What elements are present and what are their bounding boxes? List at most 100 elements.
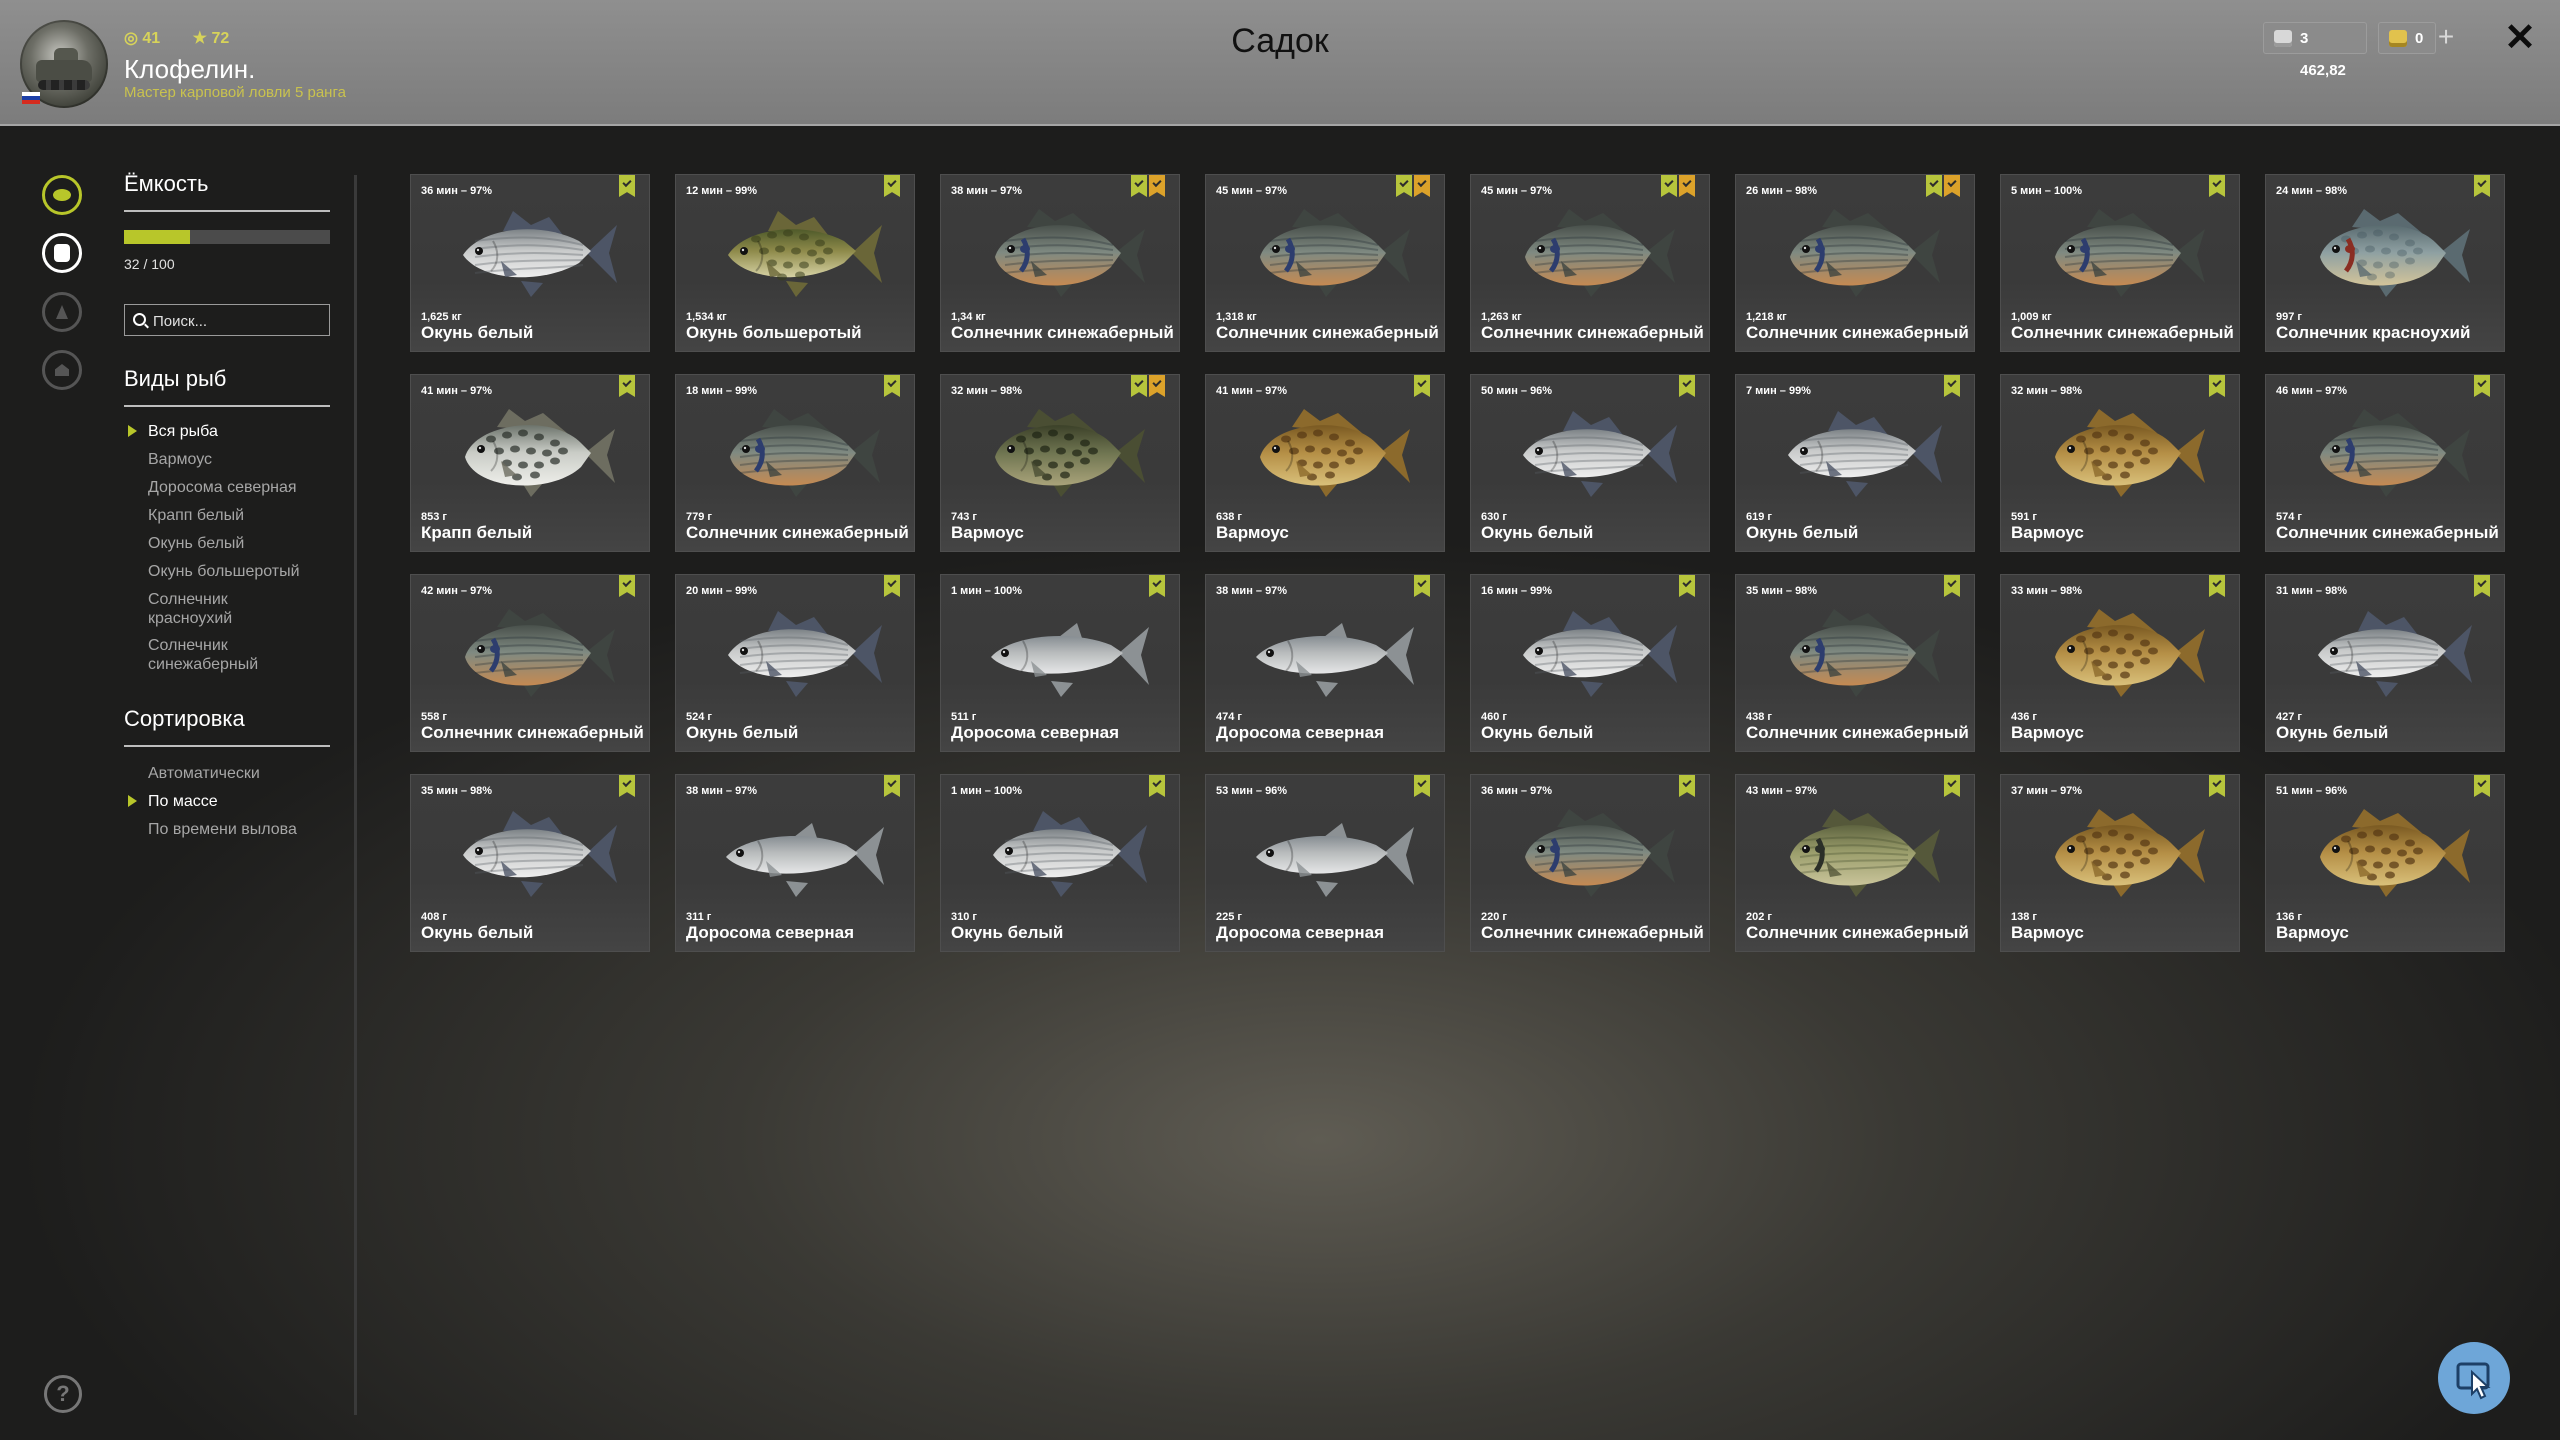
catch-time: 18 мин – 99% xyxy=(686,385,758,397)
sort-item[interactable]: По времени вылова xyxy=(148,820,348,839)
species-item[interactable]: Вармоус xyxy=(148,450,348,469)
fish-card[interactable]: 12 мин – 99% 1,534 кг Окунь большеротый xyxy=(675,174,915,352)
fish-image xyxy=(465,609,615,697)
fish-icon[interactable] xyxy=(42,175,82,215)
fish-name: Солнечник синежаберный xyxy=(2011,323,2234,342)
fish-card[interactable]: 1 мин – 100% 511 г Доросома северная xyxy=(940,574,1180,752)
fish-image xyxy=(1256,623,1414,697)
catch-time: 20 мин – 99% xyxy=(686,585,758,597)
fish-card[interactable]: 36 мин – 97% 1,625 кг Окунь белый xyxy=(410,174,650,352)
fish-card[interactable]: 38 мин – 97% 311 г Доросома северная xyxy=(675,774,915,952)
check-bookmark-icon xyxy=(1944,375,1960,397)
fish-card[interactable]: 37 мин – 97% 138 г Вармоус xyxy=(2000,774,2240,952)
fish-name: Солнечник синежаберный xyxy=(1746,923,1969,942)
fish-card[interactable]: 24 мин – 98% 997 г Солнечник красноухий xyxy=(2265,174,2505,352)
catch-time: 5 мин – 100% xyxy=(2011,185,2083,197)
fish-card[interactable]: 45 мин – 97% 1,263 кг Солнечник синежабер… xyxy=(1470,174,1710,352)
fish-card[interactable]: 1 мин – 100% 310 г Окунь белый xyxy=(940,774,1180,952)
species-item[interactable]: Солнечник красноухий xyxy=(148,590,268,628)
cursor-mode-button[interactable] xyxy=(2438,1342,2510,1414)
capacity-divider xyxy=(124,210,330,212)
fish-card[interactable]: 38 мин – 97% 1,34 кг Солнечник синежаберн… xyxy=(940,174,1180,352)
card-flags xyxy=(2209,375,2225,397)
card-flags xyxy=(884,775,900,797)
catch-time: 38 мин – 97% xyxy=(951,185,1023,197)
search-input[interactable] xyxy=(151,305,325,337)
species-item[interactable]: Окунь белый xyxy=(148,534,348,553)
fish-card[interactable]: 26 мин – 98% 1,218 кг Солнечник синежабер… xyxy=(1735,174,1975,352)
keepnet-icon[interactable] xyxy=(42,233,82,273)
catch-time: 7 мин – 99% xyxy=(1746,385,1811,397)
fish-card[interactable]: 7 мин – 99% 619 г Окунь белый xyxy=(1735,374,1975,552)
catch-time: 36 мин – 97% xyxy=(1481,785,1553,797)
sort-item[interactable]: Автоматически xyxy=(148,764,348,783)
fish-card[interactable]: 38 мин – 97% 474 г Доросома северная xyxy=(1205,574,1445,752)
fish-weight: 638 г xyxy=(1216,511,1242,523)
capacity-bar-fill xyxy=(124,230,190,244)
fish-image xyxy=(1790,809,1940,897)
panel-divider xyxy=(354,175,357,1415)
fish-card[interactable]: 16 мин – 99% 460 г Окунь белый xyxy=(1470,574,1710,752)
fish-card[interactable]: 43 мин – 97% 202 г Солнечник синежаберный xyxy=(1735,774,1975,952)
fish-card[interactable]: 46 мин – 97% 574 г Солнечник синежаберный xyxy=(2265,374,2505,552)
help-icon[interactable]: ? xyxy=(44,1375,82,1413)
fish-card[interactable]: 31 мин – 98% 427 г Окунь белый xyxy=(2265,574,2505,752)
fish-name: Солнечник синежаберный xyxy=(1481,323,1704,342)
fish-weight: 853 г xyxy=(421,511,447,523)
card-flags xyxy=(1149,775,1165,797)
check-bookmark-icon xyxy=(619,775,635,797)
fire-icon[interactable] xyxy=(42,292,82,332)
add-currency-button[interactable]: + xyxy=(2434,22,2458,54)
fish-card[interactable]: 32 мин – 98% 591 г Вармоус xyxy=(2000,374,2240,552)
fish-card[interactable]: 35 мин – 98% 408 г Окунь белый xyxy=(410,774,650,952)
fish-weight: 220 г xyxy=(1481,911,1507,923)
species-item[interactable]: Солнечник синежаберный xyxy=(148,636,268,674)
check-bookmark-icon xyxy=(1414,775,1430,797)
capacity-text: 32 / 100 xyxy=(124,256,175,272)
catch-time: 12 мин – 99% xyxy=(686,185,758,197)
fish-card[interactable]: 33 мин – 98% 436 г Вармоус xyxy=(2000,574,2240,752)
home-icon[interactable] xyxy=(42,350,82,390)
species-title: Виды рыб xyxy=(124,366,227,391)
catch-time: 31 мин – 98% xyxy=(2276,585,2348,597)
close-button[interactable]: ✕ xyxy=(2500,18,2540,58)
catch-time: 32 мин – 98% xyxy=(951,385,1023,397)
search-box[interactable] xyxy=(124,304,330,337)
fish-card[interactable]: 51 мин – 96% 136 г Вармоус xyxy=(2265,774,2505,952)
check-bookmark-icon xyxy=(2209,575,2225,597)
fish-card[interactable]: 50 мин – 96% 630 г Окунь белый xyxy=(1470,374,1710,552)
fish-card[interactable]: 5 мин – 100% 1,009 кг Солнечник синежабер… xyxy=(2000,174,2240,352)
fish-card[interactable]: 41 мин – 97% 853 г Крапп белый xyxy=(410,374,650,552)
sort-title: Сортировка xyxy=(124,706,245,731)
fish-card[interactable]: 41 мин – 97% 638 г Вармоус xyxy=(1205,374,1445,552)
fish-card[interactable]: 35 мин – 98% 438 г Солнечник синежаберный xyxy=(1735,574,1975,752)
species-item[interactable]: Вся рыба xyxy=(128,422,348,441)
fish-card[interactable]: 18 мин – 99% 779 г Солнечник синежаберный xyxy=(675,374,915,552)
check-bookmark-icon xyxy=(884,375,900,397)
fish-card[interactable]: 20 мин – 99% 524 г Окунь белый xyxy=(675,574,915,752)
card-flags xyxy=(2474,375,2490,397)
fish-name: Доросома северная xyxy=(686,923,855,942)
fish-name: Окунь белый xyxy=(951,923,1064,942)
fish-image xyxy=(1788,411,1942,497)
card-flags xyxy=(619,175,635,197)
card-flags xyxy=(1944,775,1960,797)
fish-name: Вармоус xyxy=(2011,523,2084,542)
fish-name: Солнечник синежаберный xyxy=(1216,323,1439,342)
fish-card[interactable]: 53 мин – 96% 225 г Доросома северная xyxy=(1205,774,1445,952)
fish-card[interactable]: 45 мин – 97% 1,318 кг Солнечник синежабер… xyxy=(1205,174,1445,352)
card-flags xyxy=(1661,175,1695,197)
check-bookmark-icon xyxy=(2474,775,2490,797)
species-item[interactable]: Крапп белый xyxy=(148,506,348,525)
fish-card[interactable]: 36 мин – 97% 220 г Солнечник синежаберный xyxy=(1470,774,1710,952)
trophy-bookmark-icon xyxy=(1414,175,1430,197)
card-flags xyxy=(1679,575,1695,597)
fish-card[interactable]: 32 мин – 98% 743 г Вармоус xyxy=(940,374,1180,552)
species-item[interactable]: Доросома северная xyxy=(148,478,348,497)
species-item[interactable]: Окунь большеротый xyxy=(148,562,348,581)
silver-coin-icon xyxy=(2274,30,2292,47)
sort-item[interactable]: По массе xyxy=(128,792,348,811)
fish-weight: 408 г xyxy=(421,911,447,923)
fish-card[interactable]: 42 мин – 97% 558 г Солнечник синежаберный xyxy=(410,574,650,752)
card-flags xyxy=(2209,575,2225,597)
